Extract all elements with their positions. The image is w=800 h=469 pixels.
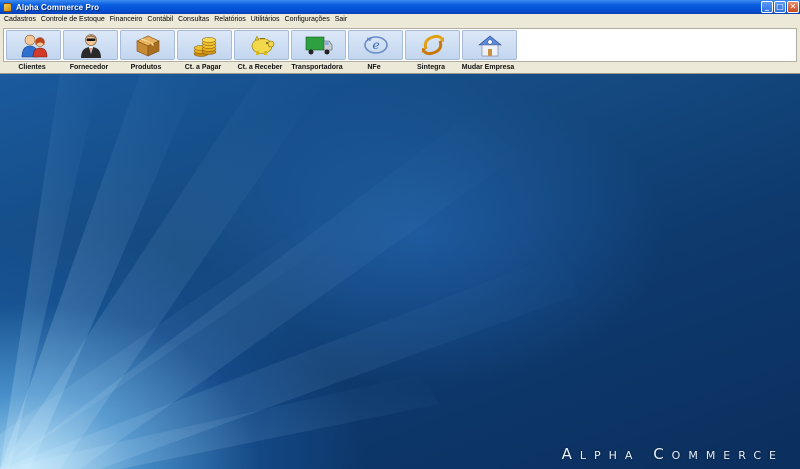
menu-contabil[interactable]: Contábil: [145, 14, 176, 26]
users-icon: [21, 34, 47, 58]
window-controls: _ □ ✕: [761, 1, 799, 13]
maximize-button[interactable]: □: [774, 1, 786, 13]
menu-configuracoes[interactable]: Configurações: [282, 14, 332, 26]
clientes-button[interactable]: [6, 30, 61, 60]
menu-sair[interactable]: Sair: [332, 14, 349, 26]
product-box-icon: [135, 35, 160, 57]
menu-consultas[interactable]: Consultas: [176, 14, 212, 26]
light-rays-decoration: [0, 74, 580, 469]
mudar-empresa-button[interactable]: [462, 30, 517, 60]
sync-arrows-icon: [421, 34, 444, 56]
toolbar-labels: Clientes Fornecedor Produtos Ct. a Pagar…: [3, 63, 797, 73]
toolbar: e NF Clientes Fornecedor Produtos Ct. a …: [0, 26, 800, 74]
piggy-bank-icon: [251, 35, 274, 55]
fornecedor-button[interactable]: [63, 30, 118, 60]
house-icon: [477, 35, 502, 57]
nfe-icon: e NF: [363, 36, 388, 54]
close-button[interactable]: ✕: [787, 1, 799, 13]
desktop-background: Alpha Commerce: [0, 74, 800, 469]
transportadora-button[interactable]: [291, 30, 346, 60]
nfe-button[interactable]: e NF: [348, 30, 403, 60]
svg-text:NF: NF: [367, 37, 373, 42]
coins-icon: [193, 37, 216, 57]
supplier-person-icon: [80, 34, 101, 58]
toolbar-panel: e NF: [3, 28, 797, 62]
app-icon: [3, 2, 12, 12]
sintegra-button[interactable]: [405, 30, 460, 60]
brand-watermark: Alpha Commerce: [561, 445, 784, 463]
minimize-button[interactable]: _: [761, 1, 773, 13]
menu-utilitarios[interactable]: Utilitários: [248, 14, 282, 26]
svg-text:e: e: [372, 38, 379, 52]
produtos-button[interactable]: [120, 30, 175, 60]
menu-relatorios[interactable]: Relatórios: [212, 14, 249, 26]
ct-a-receber-button[interactable]: [234, 30, 289, 60]
ct-a-pagar-button[interactable]: [177, 30, 232, 60]
menu-controle-de-estoque[interactable]: Controle de Estoque: [38, 14, 107, 26]
mudar-empresa-label[interactable]: Mudar Empresa: [453, 63, 523, 73]
menu-bar: Cadastros Controle de Estoque Financeiro…: [0, 14, 800, 26]
menu-cadastros[interactable]: Cadastros: [0, 14, 38, 26]
window-title: Alpha Commerce Pro: [16, 2, 100, 12]
truck-icon: [305, 36, 332, 55]
title-bar[interactable]: Alpha Commerce Pro _ □ ✕: [0, 0, 800, 14]
menu-financeiro[interactable]: Financeiro: [107, 14, 145, 26]
